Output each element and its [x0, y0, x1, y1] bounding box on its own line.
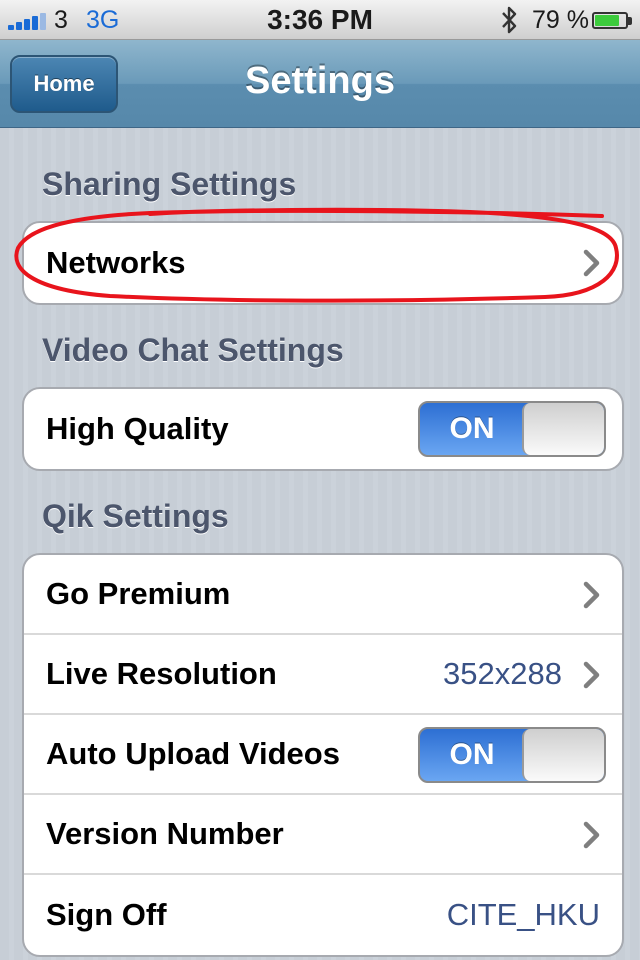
auto-upload-label: Auto Upload Videos	[46, 736, 340, 771]
qik-settings-group: Go Premium Live Resolution 352x288 Auto …	[22, 553, 624, 957]
high-quality-row: High Quality ON	[24, 389, 622, 469]
sign-off-account-value: CITE_HKU	[446, 897, 600, 932]
chevron-right-icon	[583, 661, 600, 689]
section-header-sharing: Sharing Settings	[42, 166, 297, 202]
sharing-settings-group: Networks	[22, 221, 624, 305]
status-bar: 3 3G 3:36 PM 79 %	[0, 0, 640, 40]
bluetooth-icon	[502, 6, 517, 34]
high-quality-label: High Quality	[46, 411, 229, 446]
chevron-right-icon	[583, 821, 600, 849]
sign-off-row[interactable]: Sign Off CITE_HKU	[24, 875, 622, 955]
chevron-right-icon	[583, 249, 600, 277]
video-chat-settings-group: High Quality ON	[22, 387, 624, 471]
chevron-right-icon	[583, 581, 600, 609]
section-header-video-chat: Video Chat Settings	[42, 332, 344, 368]
battery-icon	[592, 12, 632, 29]
toggle-knob	[522, 729, 604, 781]
battery-percent: 79 %	[532, 6, 589, 34]
toggle-knob	[522, 403, 604, 455]
section-header-qik: Qik Settings	[42, 498, 229, 534]
page-title: Settings	[245, 60, 395, 102]
live-resolution-label: Live Resolution	[46, 656, 277, 691]
version-number-label: Version Number	[46, 816, 284, 851]
toggle-on-label: ON	[449, 412, 495, 445]
high-quality-toggle[interactable]: ON	[418, 401, 606, 457]
live-resolution-row[interactable]: Live Resolution 352x288	[24, 635, 622, 715]
auto-upload-toggle[interactable]: ON	[418, 727, 606, 783]
version-number-row[interactable]: Version Number	[24, 795, 622, 875]
live-resolution-value: 352x288	[443, 656, 562, 691]
toggle-on-label: ON	[449, 738, 495, 771]
networks-label: Networks	[46, 245, 186, 280]
networks-row[interactable]: Networks	[24, 223, 622, 303]
navigation-bar: Home Settings	[0, 40, 640, 128]
go-premium-row[interactable]: Go Premium	[24, 555, 622, 635]
auto-upload-row: Auto Upload Videos ON	[24, 715, 622, 795]
go-premium-label: Go Premium	[46, 576, 231, 611]
sign-off-label: Sign Off	[46, 897, 167, 932]
battery-level-fill	[595, 15, 619, 26]
